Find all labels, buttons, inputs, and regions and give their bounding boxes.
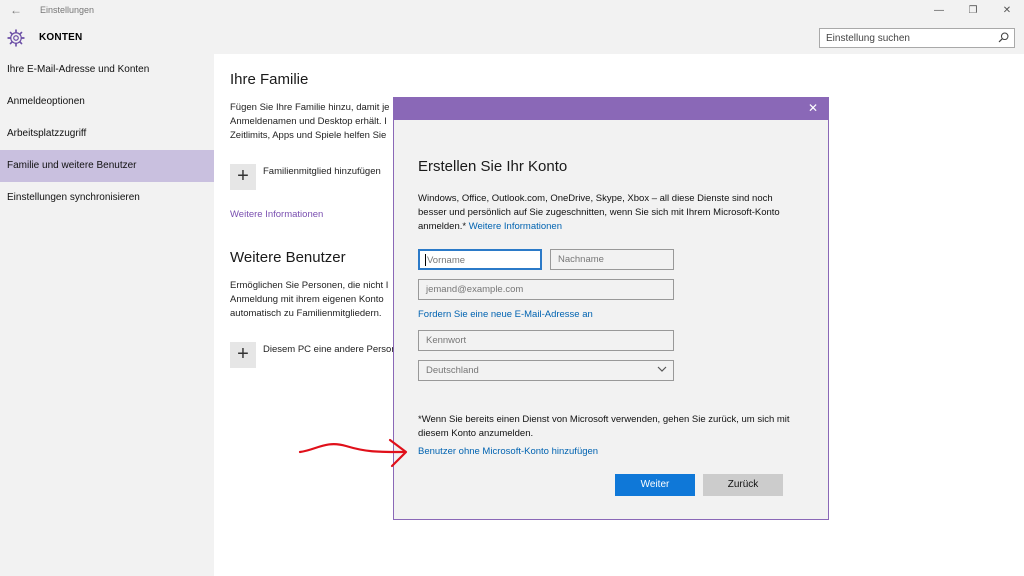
sidebar-item-sign-in-options[interactable]: Anmeldeoptionen: [0, 86, 214, 118]
annotation-arrow-icon: [298, 438, 408, 468]
password-input[interactable]: Kennwort: [418, 330, 674, 351]
window-controls: — ❐ ✕: [922, 0, 1024, 22]
family-heading: Ihre Familie: [230, 71, 309, 88]
more-info-link[interactable]: Weitere Informationen: [469, 221, 562, 232]
sidebar: Ihre E-Mail-Adresse und Konten Anmeldeop…: [0, 54, 214, 576]
dialog-title: Erstellen Sie Ihr Konto: [418, 158, 568, 175]
next-button[interactable]: Weiter: [615, 474, 695, 496]
sidebar-item-sync-settings[interactable]: Einstellungen synchronisieren: [0, 182, 214, 214]
dialog-description: Windows, Office, Outlook.com, OneDrive, …: [418, 193, 780, 232]
window-title: Einstellungen: [40, 5, 95, 15]
search-icon[interactable]: [997, 31, 1010, 44]
family-description: Fügen Sie Ihre Familie hinzu, damit je A…: [230, 102, 390, 141]
microsoft-account-note: *Wenn Sie bereits einen Dienst von Micro…: [418, 414, 790, 439]
sidebar-item-email-accounts[interactable]: Ihre E-Mail-Adresse und Konten: [0, 54, 214, 86]
add-other-user-button[interactable]: +: [230, 342, 256, 368]
maximize-button[interactable]: ❐: [956, 0, 990, 22]
gear-icon: [7, 29, 25, 47]
chevron-down-icon: [657, 366, 667, 372]
other-users-heading: Weitere Benutzer: [230, 249, 346, 266]
add-without-microsoft-account-link[interactable]: Benutzer ohne Microsoft-Konto hinzufügen: [418, 446, 598, 457]
other-users-description: Ermöglichen Sie Personen, die nicht I An…: [230, 280, 389, 319]
back-button[interactable]: Zurück: [703, 474, 783, 496]
title-bar: ← Einstellungen — ❐ ✕: [0, 0, 1024, 22]
dialog-title-bar: ✕: [394, 98, 828, 120]
sidebar-item-work-access[interactable]: Arbeitsplatzzugriff: [0, 118, 214, 150]
settings-header: KONTEN Einstellung suchen: [0, 22, 1024, 54]
back-arrow-icon[interactable]: ←: [10, 3, 22, 17]
close-window-button[interactable]: ✕: [990, 0, 1024, 22]
email-input[interactable]: jemand@example.com: [418, 279, 674, 300]
country-select[interactable]: Deutschland: [418, 360, 674, 381]
create-account-dialog: ✕ Erstellen Sie Ihr Konto Windows, Offic…: [393, 97, 829, 520]
search-placeholder: Einstellung suchen: [826, 33, 910, 44]
section-title: KONTEN: [39, 32, 83, 43]
text-caret: [425, 254, 426, 266]
add-family-member-button[interactable]: +: [230, 164, 256, 190]
minimize-button[interactable]: —: [922, 0, 956, 22]
firstname-input[interactable]: Vorname: [418, 249, 542, 270]
search-input[interactable]: Einstellung suchen: [819, 28, 1015, 48]
add-family-member-label[interactable]: Familienmitglied hinzufügen: [263, 166, 381, 177]
add-other-user-label[interactable]: Diesem PC eine andere Person: [263, 344, 397, 355]
sidebar-item-family-users[interactable]: Familie und weitere Benutzer: [0, 150, 214, 182]
lastname-input[interactable]: Nachname: [550, 249, 674, 270]
close-icon[interactable]: ✕: [808, 101, 818, 115]
family-more-info-link[interactable]: Weitere Informationen: [230, 209, 323, 220]
new-email-link[interactable]: Fordern Sie eine neue E-Mail-Adresse an: [418, 309, 593, 320]
